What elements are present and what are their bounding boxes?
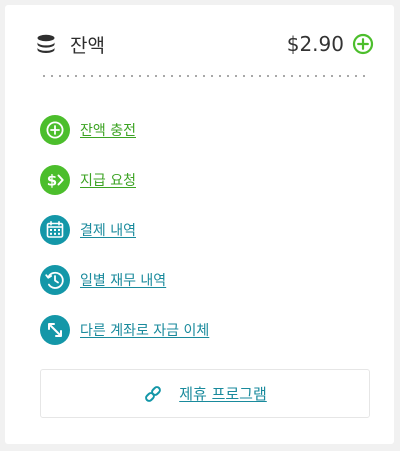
menu-item-payout-request[interactable]: $ 지급 요청 [40,155,360,205]
menu-item-label: 일별 재무 내역 [80,273,167,289]
coins-icon [37,34,55,53]
balance-amount: $2.90 [286,32,344,56]
history-clock-icon [40,265,70,295]
menu-item-label: 잔액 충전 [80,123,136,139]
menu-item-transfer-to-other-account[interactable]: 다른 계좌로 자금 이체 [40,305,360,355]
link-icon [145,385,162,402]
calendar-icon [40,215,70,245]
menu-item-daily-financial-history[interactable]: 일별 재무 내역 [40,255,360,305]
svg-text:$: $ [47,172,57,190]
balance-amount-group: $2.90 [287,32,374,56]
menu-item-label: 지급 요청 [80,173,136,189]
plus-circle-icon[interactable] [352,33,374,55]
balance-header: 잔액 $2.90 [34,27,374,61]
menu-item-label: 다른 계좌로 자금 이체 [80,323,210,339]
affiliate-program-button[interactable]: 제휴 프로그램 [40,369,370,418]
balance-actions-menu: 잔액 충전 $ 지급 요청 결제 내역 일별 재무 내역 다른 계좌로 자금 이… [40,105,360,355]
balance-card: 잔액 $2.90 잔액 충전 $ 지급 요청 결제 내역 일별 재무 내역 다른… [5,5,394,444]
menu-item-top-up-balance[interactable]: 잔액 충전 [40,105,360,155]
dollar-transfer-icon: $ [40,165,70,195]
plus-circle-icon [40,115,70,145]
balance-title: 잔액 [70,34,105,57]
affiliate-program-label: 제휴 프로그램 [179,385,267,403]
menu-item-payment-history[interactable]: 결제 내역 [40,205,360,255]
dotted-divider [40,75,366,77]
balance-title-group: 잔액 [34,31,105,58]
transfer-arrows-icon [40,315,70,345]
menu-item-label: 결제 내역 [80,223,136,239]
